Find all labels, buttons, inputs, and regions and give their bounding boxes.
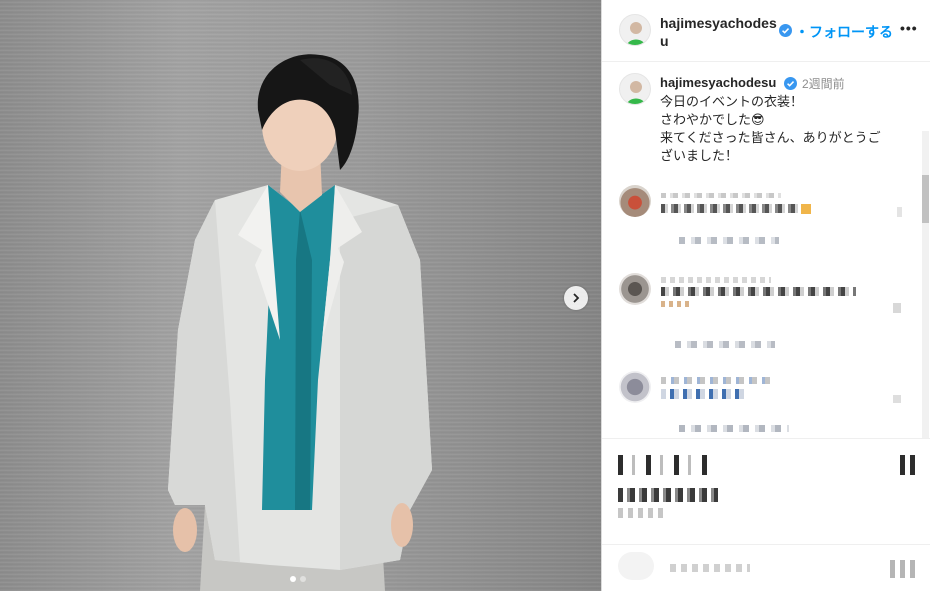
caption-text: 今日のイベントの衣装！ さわやかでした😎 来てくださった皆さん、ありがとうご ざ… [660, 93, 922, 165]
save-icon-pixelated [900, 455, 920, 475]
caption-username[interactable]: hajimesyachodesu [660, 75, 776, 90]
comment-avatar-icon [619, 185, 651, 217]
caption-line: さわやかでした😎 [660, 112, 765, 127]
comments-scrollbar[interactable] [922, 131, 929, 438]
header-username-line2: u [660, 33, 669, 49]
caption-line: ざいました！ [660, 148, 739, 163]
next-slide-button[interactable] [564, 286, 588, 310]
comment-pixelated [619, 185, 909, 265]
action-icons-pixelated [618, 455, 713, 475]
post-media [0, 0, 601, 591]
comment-avatar-icon [619, 273, 651, 305]
post-button-pixelated[interactable] [890, 560, 916, 578]
likes-pixelated [618, 488, 718, 502]
avatar-icon[interactable] [619, 14, 651, 46]
header-username[interactable]: hajimesyachodes u [660, 14, 778, 50]
follow-button[interactable]: ・フォローする [795, 22, 893, 42]
post-actions-area [602, 440, 930, 545]
comment-placeholder-pixelated [670, 564, 750, 572]
caption-timestamp: 2週間前 [802, 77, 845, 91]
verified-badge-icon [784, 77, 797, 90]
comments-scrollbar-thumb[interactable] [922, 175, 929, 223]
verified-badge-icon [779, 24, 792, 37]
comment-input-area[interactable] [602, 546, 930, 591]
header-username-line1: hajimesyachodes [660, 15, 777, 31]
comments-section[interactable]: hajimesyachodesu 2週間前 今日のイベントの衣装！ さわやかでし… [602, 63, 930, 439]
comment-pixelated [619, 273, 909, 353]
carousel-dot [300, 576, 306, 582]
carousel-indicator [290, 576, 306, 582]
carousel-dot-active [290, 576, 296, 582]
photo-person [168, 54, 432, 591]
more-options-icon[interactable]: ••• [900, 20, 918, 36]
post-header: hajimesyachodes u ・フォローする ••• [602, 0, 930, 62]
caption-avatar-icon[interactable] [619, 73, 651, 105]
chevron-right-icon [573, 293, 580, 303]
comment-pixelated [619, 371, 909, 438]
comment-avatar-icon [619, 371, 651, 403]
date-pixelated [618, 508, 666, 518]
caption-line: 来てくださった皆さん、ありがとうご [660, 130, 881, 145]
emoji-icon-pixelated[interactable] [618, 552, 654, 580]
post-side-panel: hajimesyachodes u ・フォローする ••• hajimesyac… [601, 0, 930, 591]
caption-line: 今日のイベントの衣装！ [660, 94, 804, 109]
